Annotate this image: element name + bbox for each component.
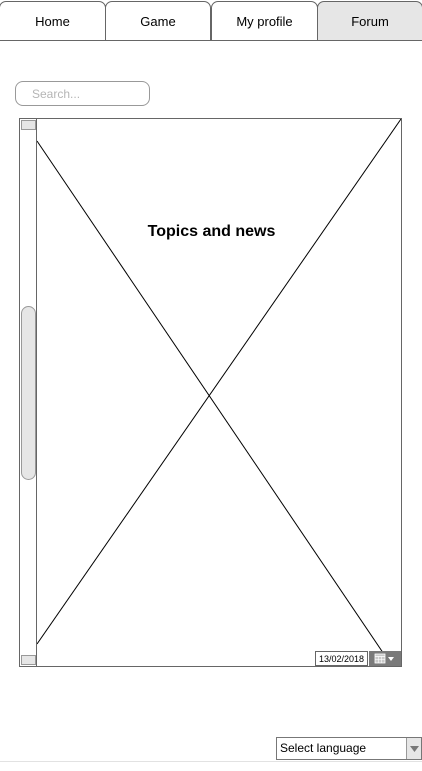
search-input[interactable] bbox=[15, 81, 150, 106]
tab-home[interactable]: Home bbox=[0, 1, 106, 41]
language-select-label: Select language bbox=[280, 741, 367, 755]
date-field[interactable]: 13/02/2018 bbox=[315, 651, 368, 666]
main-nav-tabs: Home Game My profile Forum bbox=[0, 0, 422, 42]
divider bbox=[0, 761, 422, 762]
scroll-thumb[interactable] bbox=[21, 306, 36, 480]
page-title: Topics and news bbox=[147, 223, 276, 240]
date-picker-button[interactable] bbox=[369, 651, 401, 666]
image-placeholder bbox=[36, 119, 401, 666]
topics-news-panel: Topics and news 13/02/2018 bbox=[19, 118, 402, 667]
tab-forum[interactable]: Forum bbox=[317, 1, 422, 41]
scroll-down-arrow[interactable] bbox=[21, 655, 36, 665]
tab-my-profile[interactable]: My profile bbox=[211, 1, 318, 41]
chevron-down-icon bbox=[406, 738, 421, 759]
language-select[interactable]: Select language bbox=[276, 737, 422, 760]
tab-game[interactable]: Game bbox=[105, 1, 211, 41]
vertical-scrollbar[interactable] bbox=[20, 119, 37, 666]
calendar-icon bbox=[374, 653, 394, 664]
scroll-up-arrow[interactable] bbox=[21, 120, 36, 130]
